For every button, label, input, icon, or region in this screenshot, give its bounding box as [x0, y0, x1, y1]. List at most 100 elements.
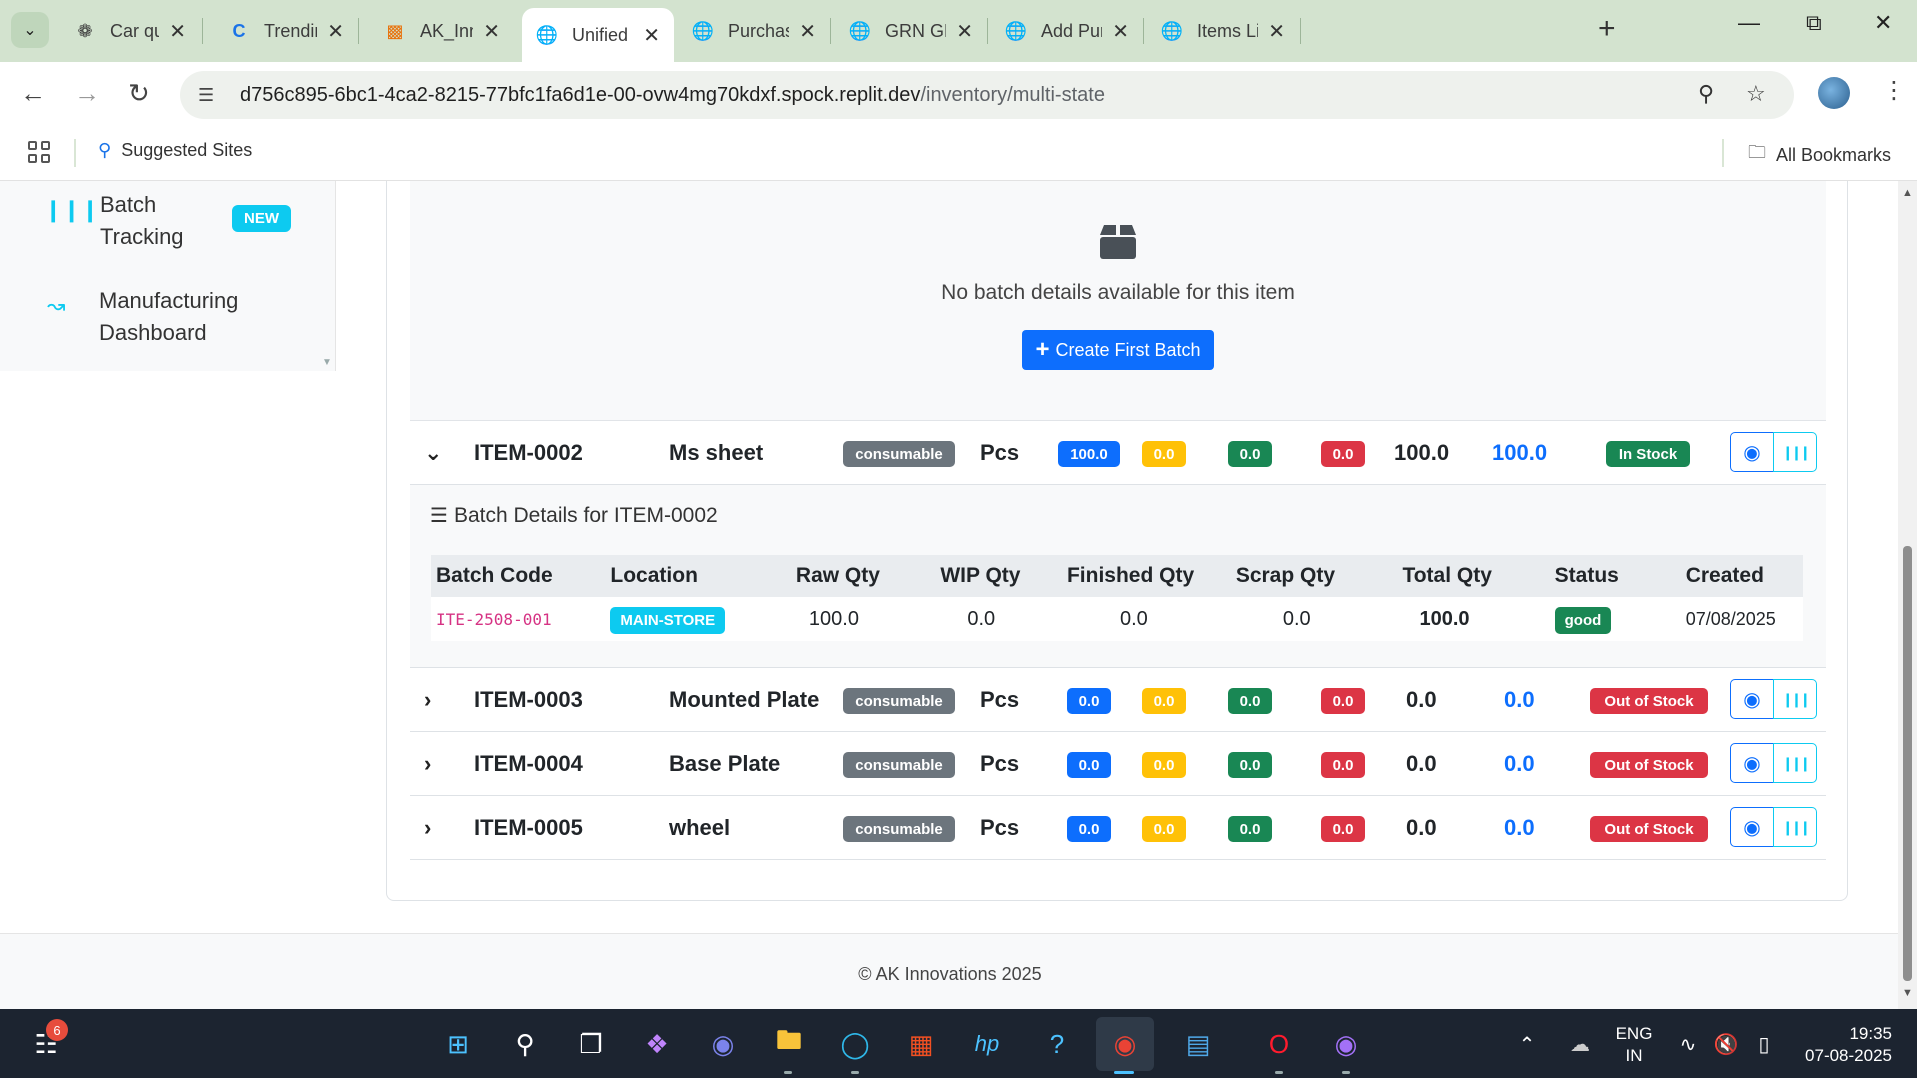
chevron-right-icon[interactable]: ›: [424, 751, 431, 777]
browser-tab[interactable]: ❁ Car quotat ✕: [60, 8, 200, 54]
browser-tab[interactable]: 🌐 Add Purch ✕: [991, 8, 1143, 54]
sidebar-item-manufacturing-dashboard[interactable]: ↝ Manufacturing Dashboard: [47, 285, 279, 349]
close-tab-icon[interactable]: ✕: [956, 19, 973, 44]
chevron-right-icon[interactable]: ›: [424, 687, 431, 713]
new-tab-button[interactable]: +: [1598, 12, 1616, 46]
chevron-up-icon[interactable]: ⌃: [1507, 1024, 1547, 1064]
running-indicator: [1342, 1071, 1350, 1074]
search-icon: ⚲: [98, 140, 112, 160]
notepad-icon[interactable]: ▤: [1178, 1024, 1218, 1064]
total-qty: 0.0: [1406, 687, 1437, 712]
bookmark-label: All Bookmarks: [1776, 144, 1892, 165]
browser-tab[interactable]: 🌐 Purchase D ✕: [678, 8, 830, 54]
table-row[interactable]: › ITEM-0004 Base Plate consumable Pcs 0.…: [410, 733, 1826, 796]
windows-start-icon[interactable]: ⊞: [438, 1024, 478, 1064]
chevron-right-icon[interactable]: ›: [424, 815, 431, 841]
view-button[interactable]: ◉: [1730, 679, 1774, 719]
bookmark-star-icon[interactable]: ☆: [1746, 81, 1766, 107]
view-button[interactable]: ◉: [1730, 743, 1774, 783]
sidebar-item-batch-tracking[interactable]: ❙❙❙ Batch Tracking: [44, 189, 240, 253]
barcode-button[interactable]: ❙❙❙: [1773, 743, 1817, 783]
teams-icon[interactable]: ◉: [703, 1024, 743, 1064]
scroll-up-icon[interactable]: ▲: [1902, 187, 1913, 199]
zoom-icon[interactable]: ⚲: [1698, 81, 1714, 107]
close-tab-icon[interactable]: ✕: [1112, 19, 1129, 44]
restore-icon[interactable]: ⧉: [1806, 10, 1822, 36]
browser-tab-active[interactable]: 🌐 Unified Mu ✕: [522, 8, 674, 62]
language-code: ENG: [1615, 1024, 1653, 1043]
create-first-batch-button[interactable]: + Create First Batch: [1022, 330, 1214, 370]
browser-tab[interactable]: C Trending C ✕: [214, 8, 358, 54]
close-tab-icon[interactable]: ✕: [799, 19, 816, 44]
item-code: ITEM-0004: [474, 751, 583, 776]
search-icon[interactable]: ⚲: [505, 1024, 545, 1064]
globe-icon: 🌐: [1160, 20, 1184, 41]
suggested-sites-bookmark[interactable]: ⚲ Suggested Sites: [98, 140, 252, 161]
opera-icon[interactable]: O: [1259, 1024, 1299, 1064]
battery-icon[interactable]: ▯: [1744, 1024, 1784, 1064]
sidebar-scroll-down-icon[interactable]: ▼: [322, 357, 332, 368]
file-explorer-icon[interactable]: 🖿: [769, 1024, 809, 1064]
barcode-icon: ❙❙❙: [44, 197, 100, 222]
profile-avatar[interactable]: [1818, 77, 1850, 109]
eye-icon: ◉: [1743, 816, 1761, 839]
hp-icon[interactable]: hp: [967, 1024, 1007, 1064]
barcode-button[interactable]: ❙❙❙: [1773, 679, 1817, 719]
all-bookmarks-button[interactable]: 🗀 All Bookmarks: [1748, 140, 1891, 170]
close-tab-icon[interactable]: ✕: [169, 19, 186, 44]
reload-icon[interactable]: ↻: [128, 78, 150, 109]
item-name: Base Plate: [669, 751, 781, 776]
edge-icon[interactable]: ◯: [835, 1024, 875, 1064]
chevron-down-icon[interactable]: ⌄: [424, 440, 442, 466]
more-menu-icon[interactable]: ⋮: [1882, 76, 1906, 105]
barcode-icon: ❙❙❙: [1781, 754, 1811, 771]
view-button[interactable]: ◉: [1730, 432, 1774, 472]
site-info-icon[interactable]: ☰: [198, 85, 222, 106]
item-name: Mounted Plate: [669, 687, 820, 712]
wifi-icon[interactable]: ∿: [1668, 1024, 1708, 1064]
browser-tab[interactable]: ▩ AK_Innova ✕: [370, 8, 514, 54]
view-button[interactable]: ◉: [1730, 807, 1774, 847]
help-icon[interactable]: ?: [1037, 1024, 1077, 1064]
raw-qty-badge: 100.0: [1058, 441, 1120, 467]
github-icon[interactable]: ◉: [1326, 1024, 1366, 1064]
tab-separator: [202, 18, 203, 44]
barcode-button[interactable]: ❙❙❙: [1773, 432, 1817, 472]
table-row[interactable]: ⌄ ITEM-0002 Ms sheet consumable Pcs 100.…: [410, 422, 1826, 485]
copilot-icon[interactable]: ❖: [637, 1024, 677, 1064]
tab-search-button[interactable]: ⌄: [11, 12, 49, 48]
close-tab-icon[interactable]: ✕: [483, 19, 500, 44]
address-bar[interactable]: ☰ d756c895-6bc1-4ca2-8215-77bfc1fa6d1e-0…: [180, 71, 1794, 119]
new-badge: NEW: [232, 205, 291, 232]
speaker-muted-icon[interactable]: 🔇: [1706, 1024, 1746, 1064]
chrome-icon[interactable]: ◉: [1105, 1024, 1145, 1064]
microsoft-store-icon[interactable]: ▦: [901, 1024, 941, 1064]
tab-title: Trending C: [264, 20, 317, 41]
chevron-down-icon: ⌄: [23, 22, 37, 39]
close-tab-icon[interactable]: ✕: [327, 19, 344, 44]
back-arrow-icon[interactable]: ←: [20, 78, 46, 109]
minimize-icon[interactable]: —: [1738, 10, 1760, 36]
globe-icon: 🌐: [535, 24, 559, 45]
language-indicator[interactable]: ENG IN: [1612, 1023, 1656, 1067]
close-window-icon[interactable]: ✕: [1874, 10, 1892, 36]
browser-tab[interactable]: 🌐 Items List ✕: [1147, 8, 1299, 54]
forward-arrow-icon[interactable]: →: [74, 78, 100, 109]
apps-grid-icon[interactable]: [28, 141, 50, 163]
url-text[interactable]: d756c895-6bc1-4ca2-8215-77bfc1fa6d1e-00-…: [240, 84, 1105, 107]
barcode-button[interactable]: ❙❙❙: [1773, 807, 1817, 847]
close-tab-icon[interactable]: ✕: [643, 23, 660, 48]
item-name: wheel: [669, 815, 731, 840]
unit-text: Pcs: [980, 440, 1020, 465]
table-row[interactable]: › ITEM-0005 wheel consumable Pcs 0.0 0.0…: [410, 797, 1826, 860]
close-tab-icon[interactable]: ✕: [1268, 19, 1285, 44]
table-row[interactable]: › ITEM-0003 Mounted Plate consumable Pcs…: [410, 669, 1826, 732]
task-view-icon[interactable]: ❐: [571, 1024, 611, 1064]
type-badge: consumable: [843, 688, 955, 714]
clock[interactable]: 19:35 07-08-2025: [1796, 1023, 1892, 1067]
browser-tab[interactable]: 🌐 GRN GRN- ✕: [835, 8, 987, 54]
onedrive-icon[interactable]: ☁: [1560, 1024, 1600, 1064]
scroll-down-icon[interactable]: ▼: [1902, 987, 1913, 999]
page-scrollbar[interactable]: ▲ ▼: [1898, 181, 1917, 1009]
scrollbar-thumb[interactable]: [1903, 546, 1912, 981]
